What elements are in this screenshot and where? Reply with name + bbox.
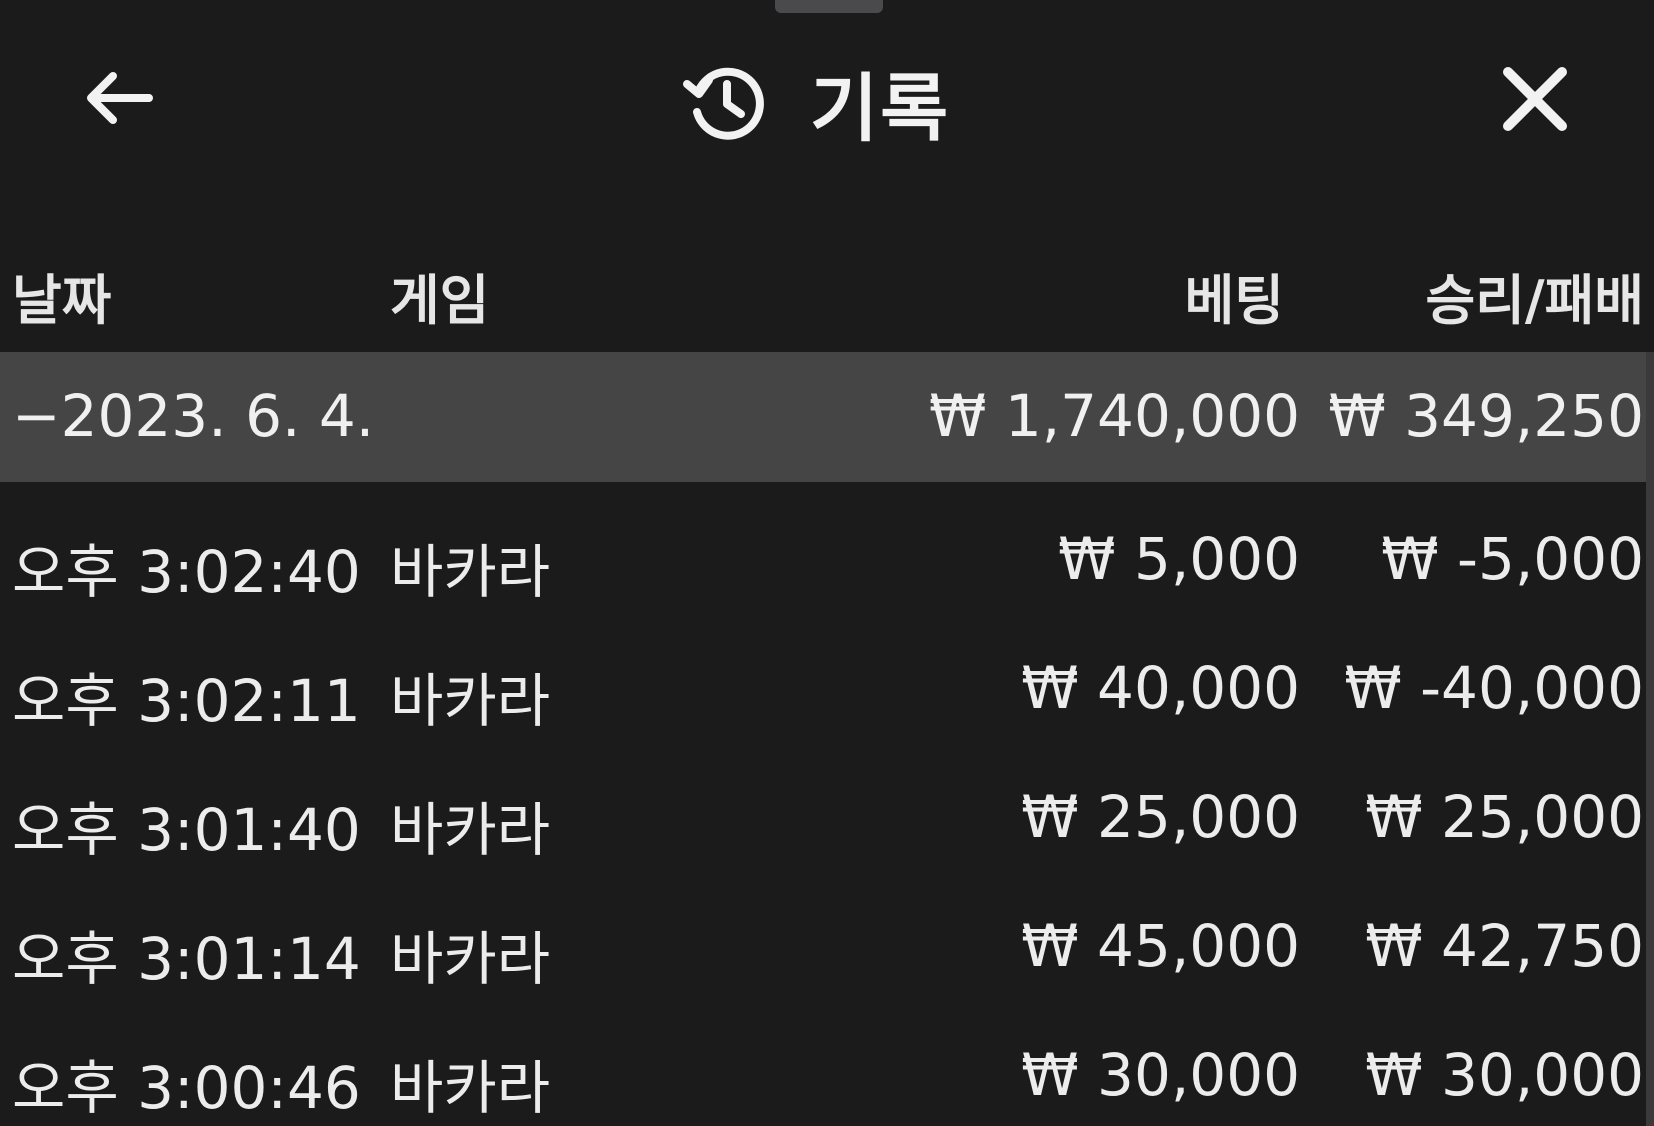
row-bet: ₩ 5,000 xyxy=(1058,525,1300,593)
row-result: ₩ 42,750 xyxy=(1365,912,1644,980)
back-button[interactable] xyxy=(72,60,162,140)
close-button[interactable] xyxy=(1490,56,1580,146)
arrow-left-icon xyxy=(81,70,153,130)
scrollbar-thumb[interactable] xyxy=(1646,352,1654,1126)
row-time: 오후 3:02:11 xyxy=(12,667,361,735)
row-time: 오후 3:01:40 xyxy=(12,796,361,864)
title-group: 기록 xyxy=(680,52,950,152)
history-list: 오후 3:02:40 바카라 ₩ 5,000 ₩ -5,000 오후 3:02:… xyxy=(0,495,1654,1126)
row-bet: ₩ 25,000 xyxy=(1021,783,1300,851)
history-row[interactable]: 오후 3:00:46 바카라 ₩ 30,000 ₩ 30,000 xyxy=(0,1011,1654,1126)
history-row[interactable]: 오후 3:02:11 바카라 ₩ 40,000 ₩ -40,000 xyxy=(0,624,1654,753)
column-header-game: 게임 xyxy=(390,269,490,332)
row-bet: ₩ 30,000 xyxy=(1021,1041,1300,1109)
drag-handle[interactable] xyxy=(775,0,883,13)
summary-result-total: ₩ 349,250 xyxy=(1328,382,1644,450)
row-result: ₩ 30,000 xyxy=(1365,1041,1644,1109)
row-result: ₩ -40,000 xyxy=(1344,654,1644,722)
row-game: 바카라 xyxy=(390,538,551,606)
column-headers: 날짜 게임 베팅 승리/패배 xyxy=(0,240,1654,340)
history-row[interactable]: 오후 3:01:40 바카라 ₩ 25,000 ₩ 25,000 xyxy=(0,753,1654,882)
history-row[interactable]: 오후 3:02:40 바카라 ₩ 5,000 ₩ -5,000 xyxy=(0,495,1654,624)
header: 기록 xyxy=(0,30,1654,170)
page-title: 기록 xyxy=(810,65,951,152)
date-group-summary-row[interactable]: −2023. 6. 4. ₩ 1,740,000 ₩ 349,250 xyxy=(0,352,1654,482)
row-time: 오후 3:01:14 xyxy=(12,925,361,993)
column-header-bet: 베팅 xyxy=(1184,269,1284,332)
history-clock-icon xyxy=(680,57,770,147)
scrollbar[interactable] xyxy=(1646,352,1654,1126)
summary-date: −2023. 6. 4. xyxy=(12,382,375,450)
row-game: 바카라 xyxy=(390,925,551,993)
history-row[interactable]: 오후 3:01:14 바카라 ₩ 45,000 ₩ 42,750 xyxy=(0,882,1654,1011)
close-x-icon xyxy=(1500,64,1570,138)
row-result: ₩ 25,000 xyxy=(1365,783,1644,851)
row-game: 바카라 xyxy=(390,1054,551,1122)
row-bet: ₩ 40,000 xyxy=(1021,654,1300,722)
row-result: ₩ -5,000 xyxy=(1381,525,1644,593)
row-time: 오후 3:00:46 xyxy=(12,1054,361,1122)
row-game: 바카라 xyxy=(390,667,551,735)
column-header-result: 승리/패배 xyxy=(1425,269,1644,332)
row-bet: ₩ 45,000 xyxy=(1021,912,1300,980)
history-screen: 기록 날짜 게임 베팅 승리/패배 −2023. 6. 4. ₩ 1,740,0… xyxy=(0,0,1654,1126)
summary-bet-total: ₩ 1,740,000 xyxy=(929,382,1300,450)
row-time: 오후 3:02:40 xyxy=(12,538,361,606)
column-header-date: 날짜 xyxy=(12,269,112,332)
row-game: 바카라 xyxy=(390,796,551,864)
